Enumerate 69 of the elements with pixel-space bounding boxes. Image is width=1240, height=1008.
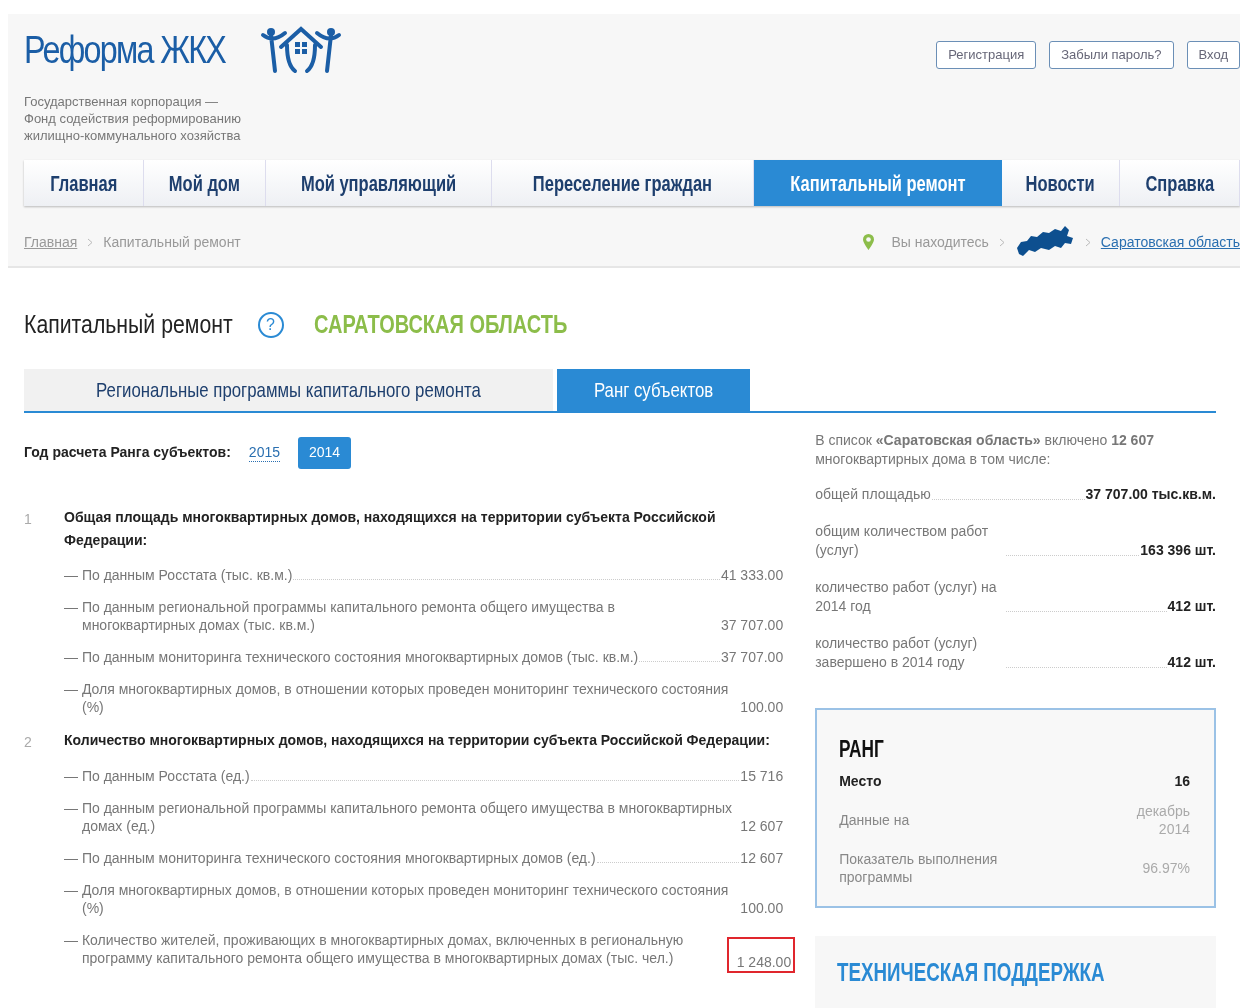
nav-tab[interactable]: Переселение граждан: [492, 160, 754, 206]
summary-value: 163 396 шт.: [1140, 540, 1216, 560]
metric-label: — По данным мониторинга технического состояния многоквартирных домов (тыс. кв.м.): [64, 647, 639, 666]
section-number: 1: [24, 509, 33, 529]
metric-label: — По данным Росстата (ед.): [64, 766, 250, 785]
summary-label: общей площадью: [815, 484, 931, 504]
metric-value: 37 707.00: [720, 647, 784, 666]
nav-tab[interactable]: Новости: [1002, 160, 1120, 206]
summary-value: 37 707.00 тыс.кв.м.: [1085, 484, 1216, 504]
year-option[interactable]: 2015: [248, 443, 280, 462]
nav-tab[interactable]: Мой дом: [144, 160, 266, 206]
metric-label: — По данным региональной программы капитального ремонта общего имущества в многоквартирных домах (ед.): [64, 798, 733, 835]
help-icon[interactable]: ?: [257, 311, 284, 338]
org-text-line: Фонд содействия реформированию: [24, 110, 242, 127]
rank-label: Данные на: [839, 811, 910, 829]
logo-text[interactable]: Реформа ЖКХ: [24, 22, 226, 79]
location-label: Вы находитесь: [891, 232, 989, 252]
nav-tab[interactable]: Главная: [24, 160, 144, 206]
location-pin-icon: [862, 233, 876, 251]
rank-label: Показатель выполнения программы: [839, 850, 999, 886]
org-text-line: Государственная корпорация —: [24, 93, 220, 110]
metric-value: 12 607: [740, 816, 784, 835]
content-tab[interactable]: Ранг субъектов: [556, 368, 750, 411]
metric-label: — По данным Росстата (тыс. кв.м.): [64, 565, 293, 584]
metric-label: — По данным мониторинга технического состояния многоквартирных домов (ед.): [64, 848, 596, 867]
auth-button[interactable]: Регистрация: [936, 41, 1037, 69]
auth-button[interactable]: Забыли пароль?: [1049, 41, 1174, 69]
summary-value: 412 шт.: [1167, 652, 1216, 672]
rank-value: 16: [1174, 772, 1190, 790]
summary-value: 412 шт.: [1167, 596, 1216, 616]
support-title: ТЕХНИЧЕСКАЯ ПОДДЕРЖКА: [837, 956, 1105, 988]
org-text-line: жилищно-коммунального хозяйства: [24, 127, 242, 144]
region-title: САРАТОВСКАЯ ОБЛАСТЬ: [313, 309, 567, 340]
metric-value: 100.00: [740, 697, 784, 716]
nav-tab[interactable]: Мой управляющий: [266, 160, 492, 206]
region-link[interactable]: Саратовская область: [1100, 231, 1240, 253]
country-map-icon[interactable]: [1014, 226, 1075, 258]
rank-value: 96.97%: [1142, 859, 1190, 877]
year-label: Год расчета Ранга субъектов:: [24, 443, 231, 462]
year-option[interactable]: 2014: [298, 436, 352, 469]
section-number: 2: [24, 732, 33, 752]
chevron-icon: [998, 237, 1005, 247]
metric-value: 1 248.00: [726, 936, 796, 973]
page-title: Капитальный ремонт: [24, 309, 233, 340]
section-title: Количество многоквартирных домов, находящихся на территории субъекта Российской Федерации:: [64, 730, 771, 750]
rank-title: РАНГ: [839, 734, 885, 764]
nav-tab[interactable]: Капитальный ремонт: [754, 160, 1002, 206]
metric-value: 15 716: [740, 766, 784, 785]
metric-value: 41 333.00: [720, 565, 784, 584]
metric-label: — Доля многоквартирных домов, в отношении которых проведен мониторинг технического состояния (%): [64, 679, 730, 716]
auth-button[interactable]: Вход: [1186, 41, 1240, 69]
metric-label: — Количество жителей, проживающих в многоквартирных домах, включенных в региональную программу капитального ремонта общего имущества в многоквартирных домах (тыс. чел.): [64, 930, 685, 967]
metric-value: 37 707.00: [720, 615, 784, 634]
nav-tab[interactable]: Справка: [1120, 160, 1240, 206]
rank-value: декабрь 2014: [1135, 802, 1190, 838]
chevron-icon: [1084, 237, 1091, 247]
summary-label: общим количеством работ (услуг): [815, 521, 990, 560]
content-tab[interactable]: Региональные программы капитального ремонта: [24, 368, 553, 411]
rank-label: Место: [839, 772, 882, 790]
breadcrumb-current: Капитальный ремонт: [103, 232, 241, 252]
metric-value: 12 607: [740, 848, 784, 867]
chevron-icon: [87, 237, 94, 247]
summary-text: В список «Саратовская область» включено 12 607 многоквартирных дома в том числе:: [815, 430, 1155, 469]
summary-label: количество работ (услуг) завершено в 2014 году: [815, 633, 979, 672]
metric-label: — Доля многоквартирных домов, в отношении которых проведен мониторинг технического состояния (%): [64, 880, 730, 917]
metric-value: 100.00: [740, 898, 784, 917]
summary-label: количество работ (услуг) на 2014 год: [815, 577, 998, 616]
metric-label: — По данным региональной программы капитального ремонта общего имущества в многоквартирных домах (тыс. кв.м.): [64, 597, 616, 634]
section-title: Общая площадь многоквартирных домов, находящихся на территории субъекта Российской Федерации:: [64, 507, 717, 550]
